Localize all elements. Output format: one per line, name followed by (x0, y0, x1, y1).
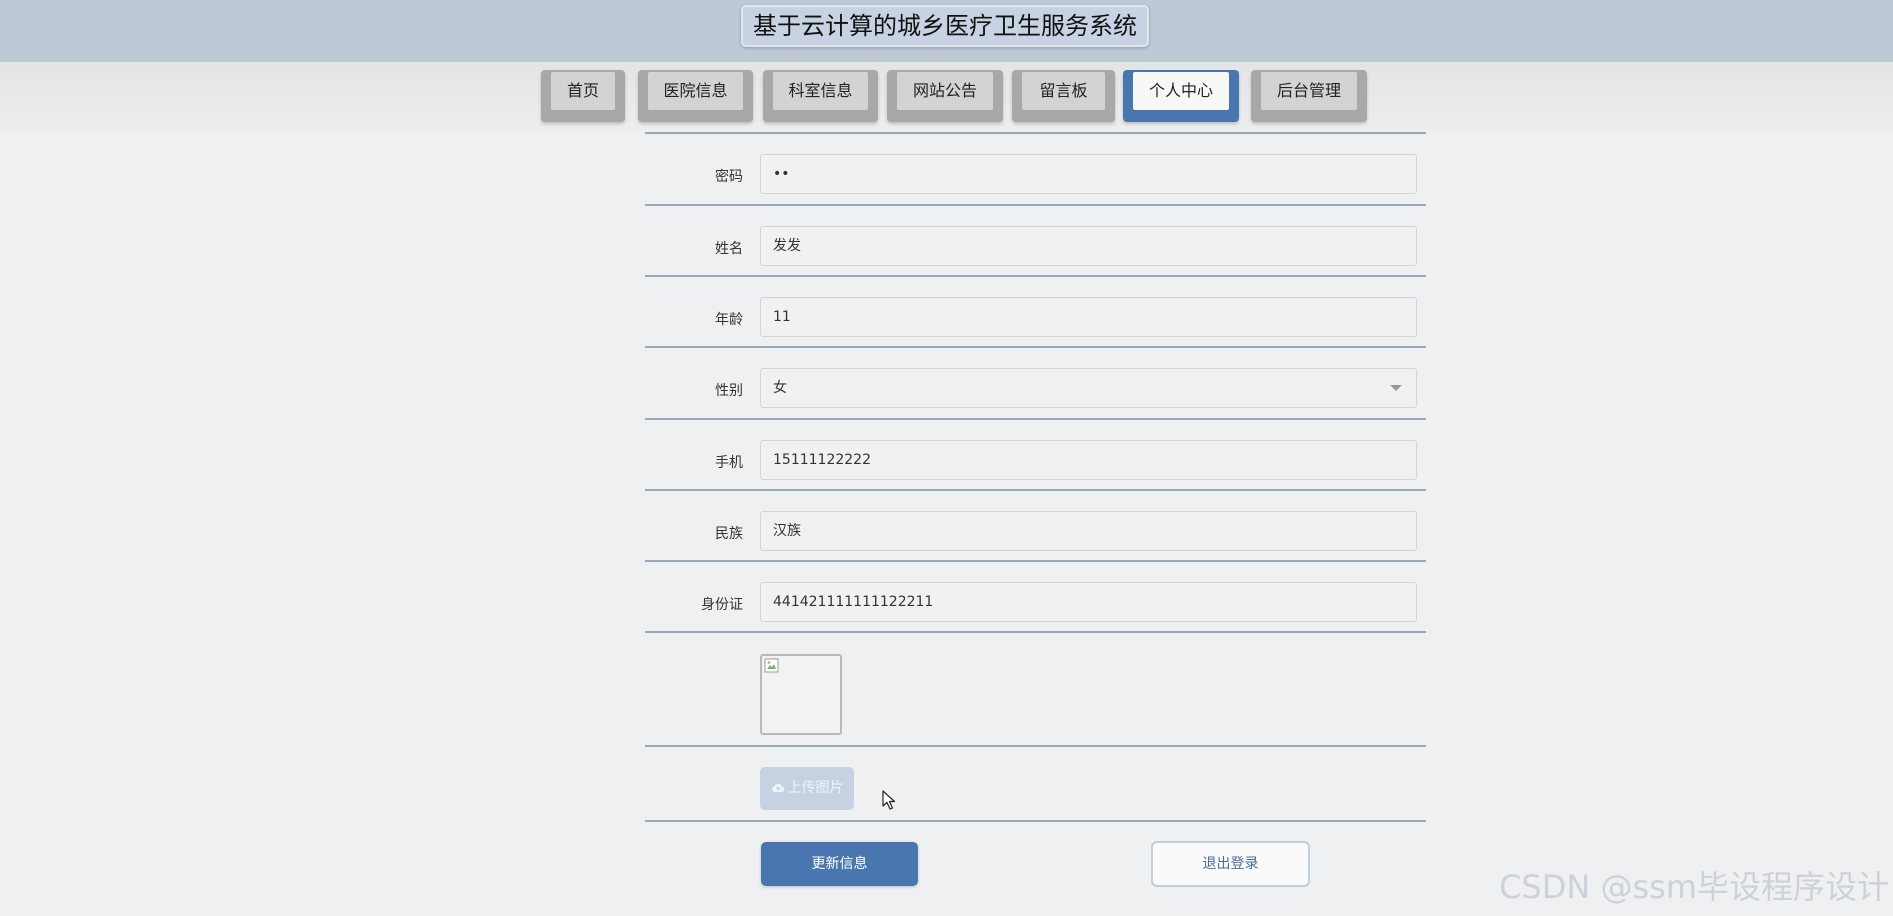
name-field[interactable]: 发发 (760, 226, 1417, 266)
form-row-password: 密码 •• (645, 134, 1426, 206)
gender-label: 性别 (715, 383, 743, 399)
form-row-id-card: 身份证 441421111111122211 (645, 562, 1426, 633)
form-row-phone: 手机 15111122222 (645, 420, 1426, 491)
nav-item-personal-center[interactable]: 个人中心 (1123, 70, 1239, 122)
nav-item-message-board[interactable]: 留言板 (1012, 70, 1115, 122)
avatar-image (760, 654, 842, 735)
id-card-label: 身份证 (701, 597, 743, 613)
nav-item-label: 医院信息 (648, 72, 743, 110)
form-row-ethnicity: 民族 汉族 (645, 491, 1426, 562)
nav-item-label: 科室信息 (773, 72, 868, 110)
nav-item-label: 留言板 (1022, 72, 1105, 110)
logout-button[interactable]: 退出登录 (1151, 841, 1310, 887)
nav-item-department-info[interactable]: 科室信息 (763, 70, 878, 122)
nav-item-label: 网站公告 (897, 72, 993, 110)
nav-item-announcements[interactable]: 网站公告 (887, 70, 1003, 122)
update-info-button[interactable]: 更新信息 (761, 842, 918, 886)
site-title: 基于云计算的城乡医疗卫生服务系统 (741, 5, 1149, 47)
password-label: 密码 (715, 169, 743, 185)
broken-image-icon (764, 658, 779, 673)
chevron-down-icon[interactable] (1390, 385, 1402, 391)
ethnicity-label: 民族 (715, 526, 743, 542)
phone-label: 手机 (715, 455, 743, 471)
password-field[interactable]: •• (760, 154, 1417, 194)
age-label: 年龄 (715, 312, 743, 328)
nav-item-admin[interactable]: 后台管理 (1251, 70, 1367, 122)
ethnicity-field[interactable]: 汉族 (760, 511, 1417, 551)
form-row-age: 年龄 11 (645, 277, 1426, 348)
id-card-field[interactable]: 441421111111122211 (760, 582, 1417, 622)
cloud-upload-icon (771, 783, 784, 792)
upload-image-button[interactable]: 上传图片 (760, 767, 854, 810)
form-row-gender: 性别 女 (645, 348, 1426, 420)
gender-select[interactable]: 女 (760, 368, 1417, 408)
header-bar: 基于云计算的城乡医疗卫生服务系统 (0, 0, 1893, 62)
watermark: CSDN @ssm毕设程序设计 (1499, 868, 1889, 906)
nav-item-hospital-info[interactable]: 医院信息 (638, 70, 753, 122)
phone-field[interactable]: 15111122222 (760, 440, 1417, 480)
nav-item-label: 首页 (551, 72, 615, 110)
name-label: 姓名 (715, 241, 743, 257)
mouse-cursor-icon (882, 790, 896, 810)
nav-item-label: 个人中心 (1133, 72, 1229, 110)
upload-button-label: 上传图片 (787, 780, 844, 796)
nav-item-label: 后台管理 (1261, 72, 1357, 110)
form-row-name: 姓名 发发 (645, 206, 1426, 277)
nav-item-home[interactable]: 首页 (541, 70, 625, 122)
gender-select-value: 女 (773, 380, 787, 396)
age-field[interactable]: 11 (760, 297, 1417, 337)
